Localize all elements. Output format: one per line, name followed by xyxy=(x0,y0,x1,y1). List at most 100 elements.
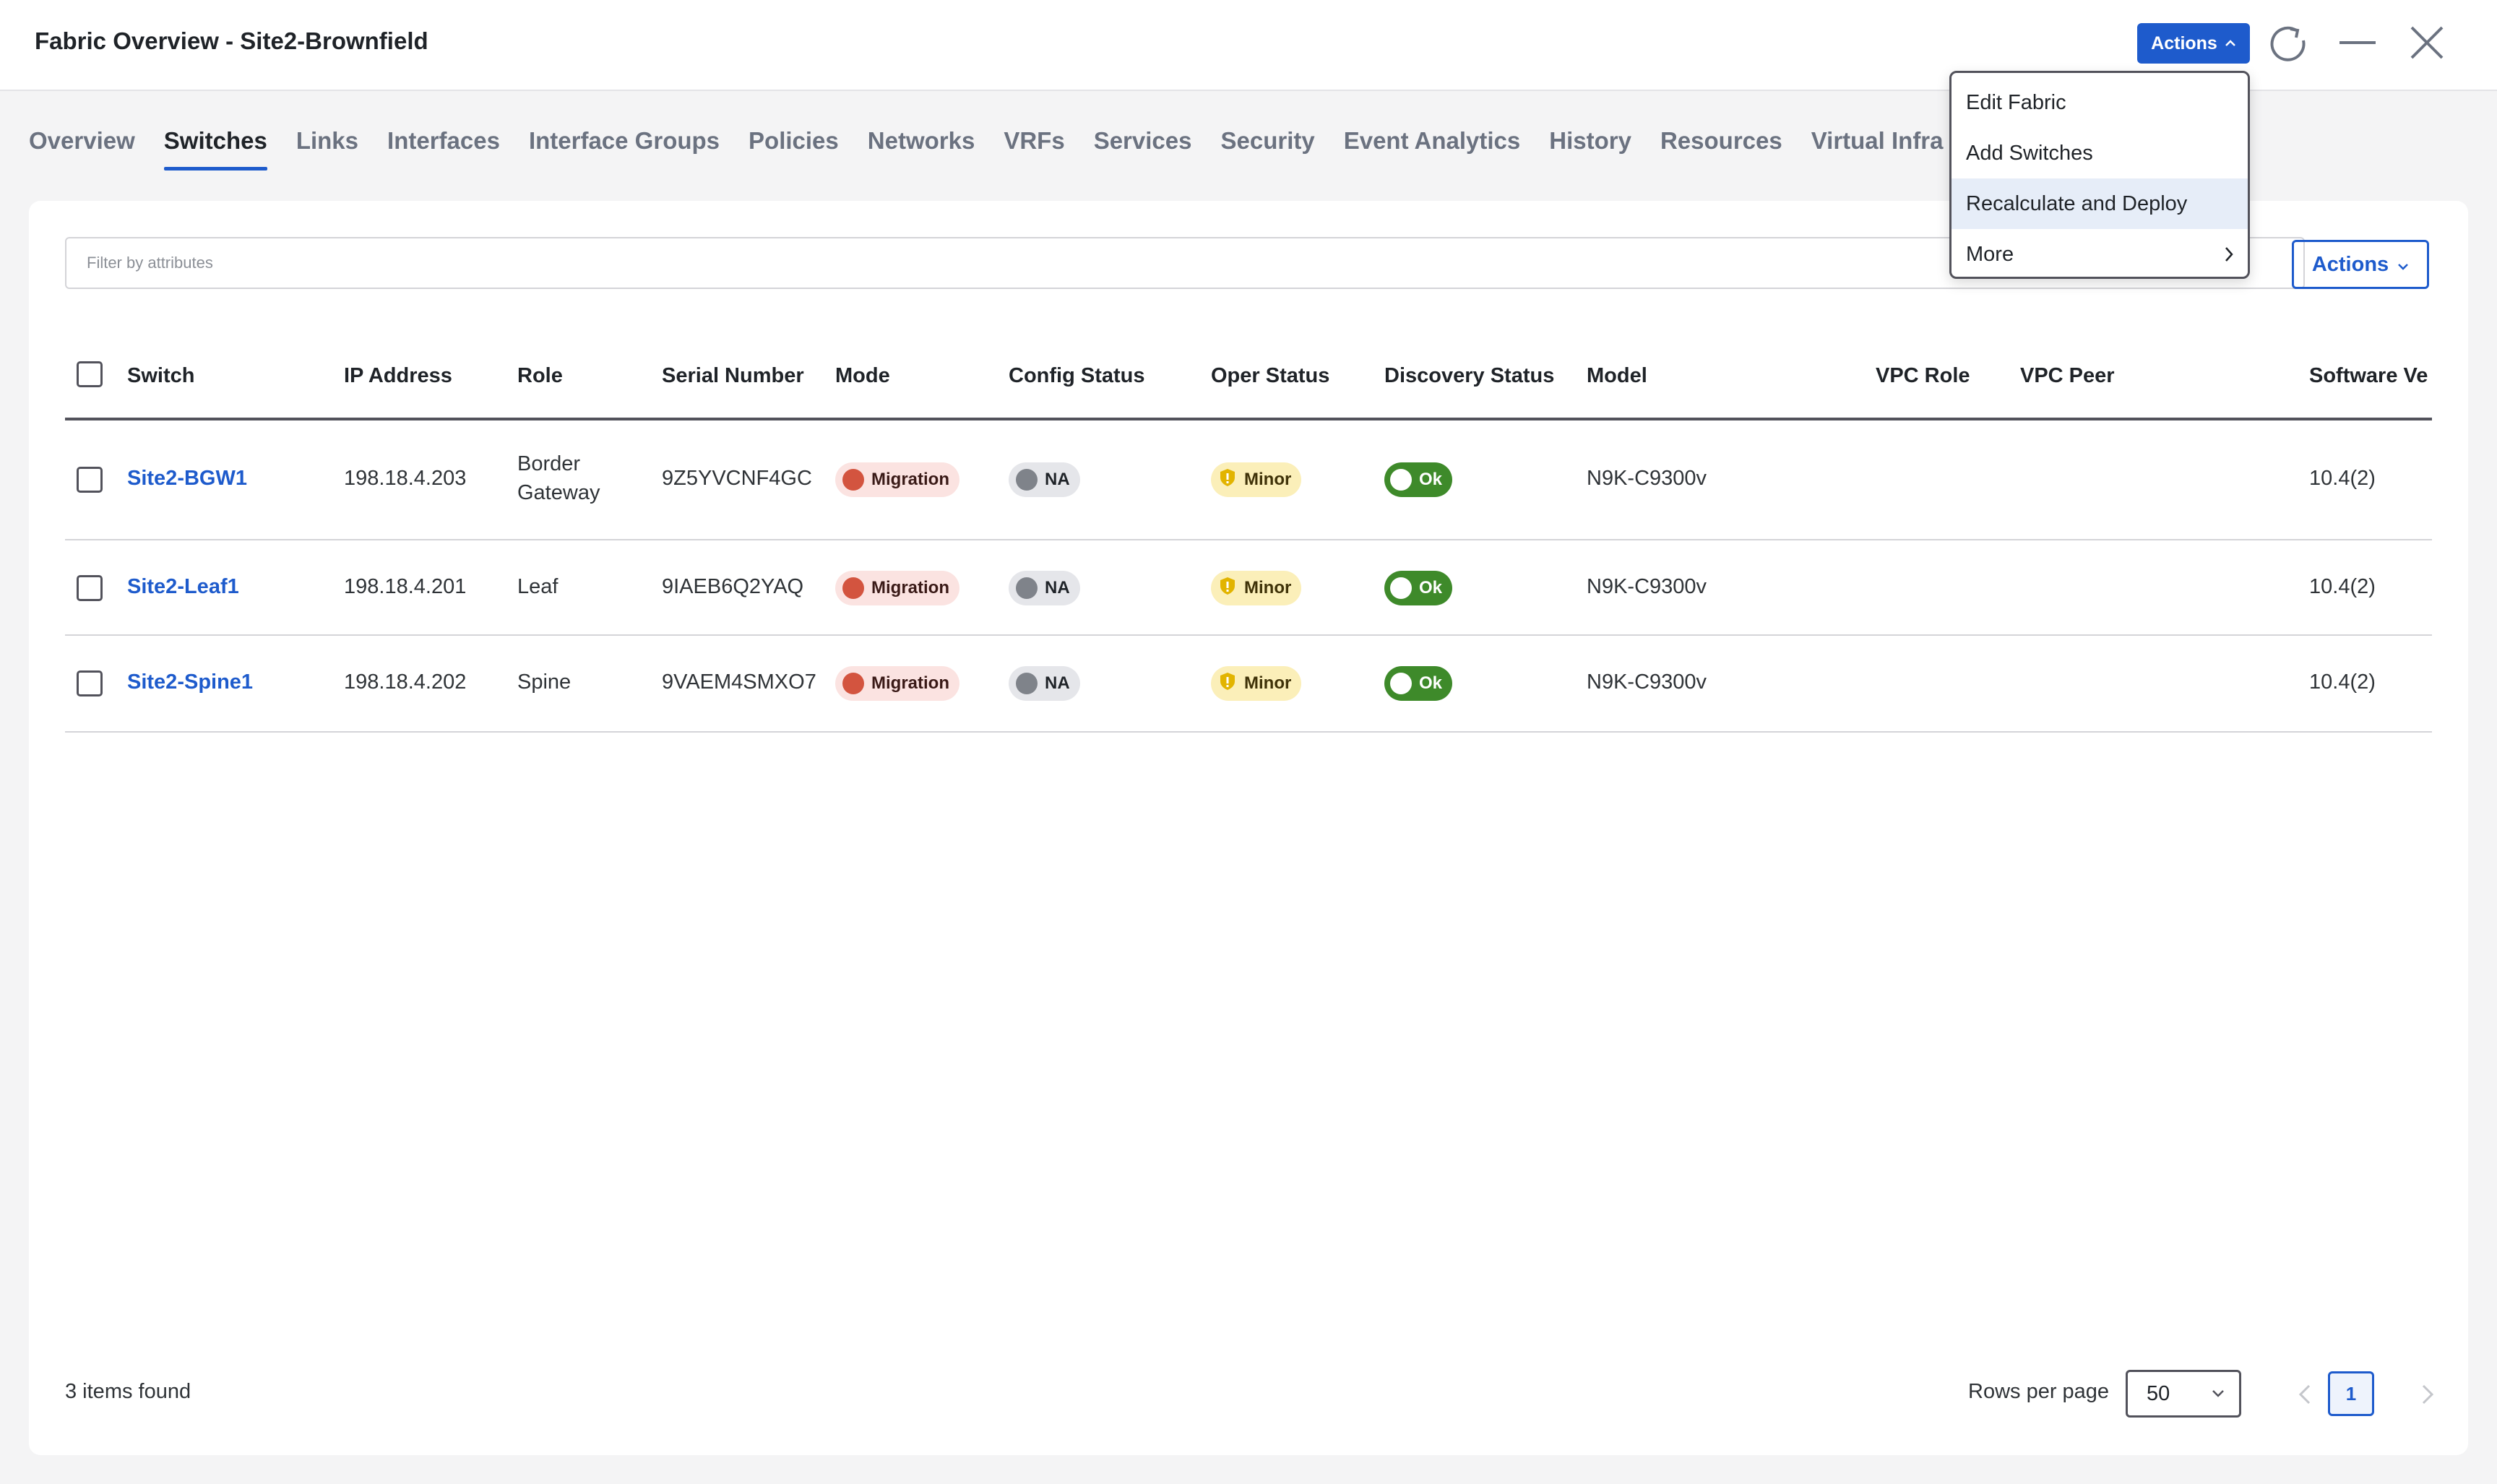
col-serial-number[interactable]: Serial Number xyxy=(662,364,804,388)
next-page-icon[interactable] xyxy=(2406,1373,2449,1416)
toggle-knob-icon xyxy=(1390,577,1412,599)
table-row[interactable]: Site2-Spine1 198.18.4.202 Spine 9VAEM4SM… xyxy=(65,636,2432,733)
tab-history[interactable]: History xyxy=(1549,124,1631,168)
tab-resources[interactable]: Resources xyxy=(1660,124,1782,168)
rows-per-page-label: Rows per page xyxy=(1968,1380,2110,1403)
status-dot-icon xyxy=(842,577,864,599)
previous-page-icon[interactable] xyxy=(2283,1373,2326,1416)
status-dot-icon xyxy=(1016,577,1038,599)
role: Leaf xyxy=(517,575,559,598)
col-switch[interactable]: Switch xyxy=(127,364,194,388)
tab-interface-groups[interactable]: Interface Groups xyxy=(529,124,720,168)
row-checkbox[interactable] xyxy=(77,670,103,696)
header-actions-button[interactable]: Actions xyxy=(2137,23,2250,64)
tab-switches[interactable]: Switches xyxy=(163,124,267,171)
oper-status-label: Minor xyxy=(1244,470,1292,489)
discovery-status-label: Ok xyxy=(1419,578,1443,598)
shield-warning-icon xyxy=(1218,671,1237,696)
col-model[interactable]: Model xyxy=(1587,364,1647,388)
ip-address: 198.18.4.201 xyxy=(344,575,467,598)
discovery-status-badge: Ok xyxy=(1384,666,1453,701)
role: Border xyxy=(517,452,581,475)
table-header: Switch IP Address Role Serial Number Mod… xyxy=(65,329,2432,420)
refresh-icon[interactable] xyxy=(2267,22,2309,64)
switch-name-link[interactable]: Site2-Leaf1 xyxy=(127,575,239,599)
software-version: 10.4(2) xyxy=(2309,467,2376,490)
tab-policies[interactable]: Policies xyxy=(749,124,839,168)
col-discovery-status[interactable]: Discovery Status xyxy=(1384,364,1554,388)
tab-vrfs[interactable]: VRFs xyxy=(1004,124,1064,168)
table-row[interactable]: Site2-BGW1 198.18.4.203 Border Gateway 9… xyxy=(65,420,2432,540)
ip-address: 198.18.4.202 xyxy=(344,670,467,694)
table-actions-button[interactable]: Actions xyxy=(2292,240,2429,289)
select-all-checkbox[interactable] xyxy=(77,361,103,387)
config-status-badge: NA xyxy=(1009,571,1080,605)
tab-event-analytics[interactable]: Event Analytics xyxy=(1344,124,1521,168)
menu-item-edit-fabric[interactable]: Edit Fabric xyxy=(1952,77,2248,128)
items-found-count: 3 items found xyxy=(65,1380,191,1403)
table-row[interactable]: Site2-Leaf1 198.18.4.201 Leaf 9IAEB6Q2YA… xyxy=(65,540,2432,636)
col-role[interactable]: Role xyxy=(517,364,563,388)
menu-item-add-switches[interactable]: Add Switches xyxy=(1952,128,2248,178)
switches-panel: Filter by attributes Actions Switch IP A… xyxy=(29,201,2468,1455)
shield-warning-icon xyxy=(1218,467,1237,493)
minimize-icon[interactable] xyxy=(2337,22,2379,64)
oper-status-label: Minor xyxy=(1244,673,1292,693)
config-status-badge: NA xyxy=(1009,666,1080,701)
filter-placeholder: Filter by attributes xyxy=(87,254,213,272)
col-software-version[interactable]: Software Ve xyxy=(2309,364,2428,388)
menu-item-more[interactable]: More xyxy=(1952,229,2248,277)
role: Spine xyxy=(517,670,572,694)
chevron-right-icon xyxy=(2220,242,2238,272)
oper-status-badge: Minor xyxy=(1211,571,1302,605)
discovery-status-label: Ok xyxy=(1419,673,1443,693)
rows-per-page-select[interactable]: 50 xyxy=(2126,1370,2241,1418)
mode-badge: Migration xyxy=(835,571,959,605)
tab-security[interactable]: Security xyxy=(1220,124,1314,168)
oper-status-badge: Minor xyxy=(1211,666,1302,701)
tab-virtual-infra[interactable]: Virtual Infra xyxy=(1811,124,1944,168)
status-dot-icon xyxy=(1016,469,1038,491)
row-checkbox[interactable] xyxy=(77,467,103,493)
model: N9K-C9300v xyxy=(1587,670,1707,694)
row-checkbox[interactable] xyxy=(77,575,103,601)
close-icon[interactable] xyxy=(2406,22,2448,64)
col-vpc-role[interactable]: VPC Role xyxy=(1876,364,1970,388)
tab-links[interactable]: Links xyxy=(296,124,358,168)
tab-interfaces[interactable]: Interfaces xyxy=(387,124,500,168)
toggle-knob-icon xyxy=(1390,673,1412,694)
rows-per-page-value: 50 xyxy=(2147,1381,2170,1405)
mode-label: Migration xyxy=(871,470,949,489)
current-page-button[interactable]: 1 xyxy=(2328,1371,2374,1416)
serial-number: 9Z5YVCNF4GC xyxy=(662,467,812,490)
discovery-status-badge: Ok xyxy=(1384,571,1453,605)
chevron-down-icon xyxy=(2397,253,2409,277)
model: N9K-C9300v xyxy=(1587,575,1707,598)
role-line2: Gateway xyxy=(517,481,600,504)
serial-number: 9VAEM4SMXO7 xyxy=(662,670,816,694)
mode-label: Migration xyxy=(871,673,949,693)
oper-status-badge: Minor xyxy=(1211,462,1302,497)
switches-table: Switch IP Address Role Serial Number Mod… xyxy=(65,329,2432,733)
col-ip-address[interactable]: IP Address xyxy=(344,364,452,388)
config-status-badge: NA xyxy=(1009,462,1080,497)
tab-networks[interactable]: Networks xyxy=(868,124,975,168)
col-oper-status[interactable]: Oper Status xyxy=(1211,364,1329,388)
menu-item-recalculate-and-deploy[interactable]: Recalculate and Deploy xyxy=(1952,178,2248,229)
tab-overview[interactable]: Overview xyxy=(29,124,135,168)
col-vpc-peer[interactable]: VPC Peer xyxy=(2020,364,2115,388)
shield-warning-icon xyxy=(1218,576,1237,601)
oper-status-label: Minor xyxy=(1244,578,1292,598)
switch-name-link[interactable]: Site2-Spine1 xyxy=(127,670,253,694)
header-actions-label: Actions xyxy=(2151,33,2217,53)
chevron-down-icon xyxy=(2210,1384,2226,1410)
col-mode[interactable]: Mode xyxy=(835,364,890,388)
col-config-status[interactable]: Config Status xyxy=(1009,364,1145,388)
tab-services[interactable]: Services xyxy=(1094,124,1192,168)
actions-dropdown-menu: Edit Fabric Add Switches Recalculate and… xyxy=(1949,71,2250,279)
serial-number: 9IAEB6Q2YAQ xyxy=(662,575,804,598)
switch-name-link[interactable]: Site2-BGW1 xyxy=(127,467,247,491)
mode-badge: Migration xyxy=(835,666,959,701)
table-actions-label: Actions xyxy=(2311,252,2389,276)
config-status-label: NA xyxy=(1045,470,1070,489)
